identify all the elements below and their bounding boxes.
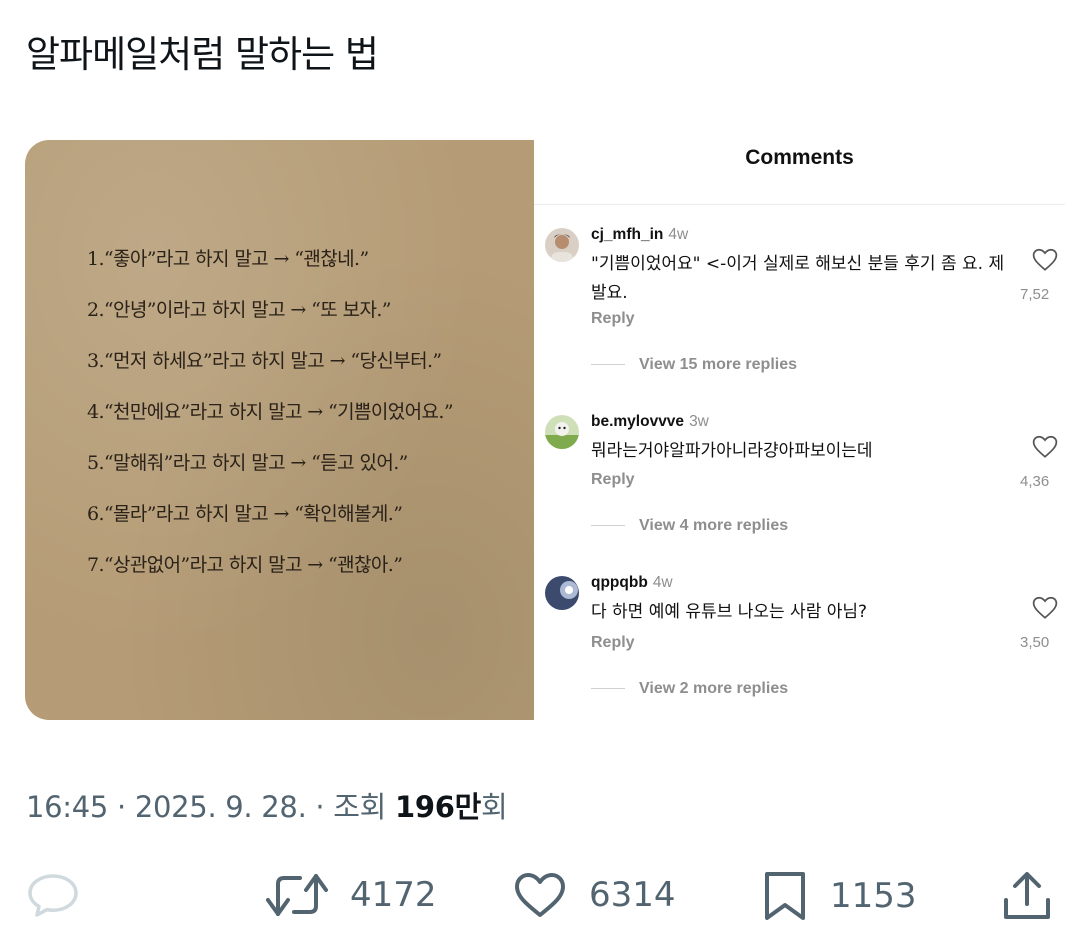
bookmark-icon xyxy=(765,872,805,920)
like-button[interactable]: 6314 xyxy=(513,870,676,920)
replies-dash xyxy=(591,688,625,690)
book-line: 6.“몰라”라고 하지 말고 → “확인해볼게.” xyxy=(87,503,403,525)
share-upload-icon xyxy=(1004,872,1050,919)
view-more-replies: View 15 more replies xyxy=(591,356,797,374)
comment-reply-link: Reply xyxy=(591,634,635,651)
post-meta: 16:45 · 2025. 9. 28. · 조회 196만회 xyxy=(26,784,508,826)
comment-item: qppqbb 4w 다 하면 예예 유튜브 나오는 사람 아님? Reply Vi… xyxy=(534,574,1065,720)
book-line: 1.“좋아”라고 하지 말고 → “괜찮네.” xyxy=(87,248,369,270)
view-more-replies-label: View 15 more replies xyxy=(639,356,798,373)
book-line: 5.“말해줘”라고 하지 말고 → “듣고 있어.” xyxy=(87,452,408,474)
comment-username: qppqbb xyxy=(591,574,648,591)
bookmark-button[interactable]: 1153 xyxy=(762,870,917,922)
retweet-button[interactable]: 4172 xyxy=(266,870,437,920)
comment-like-count: 4,36 xyxy=(1020,473,1050,490)
bookmark-count: 1153 xyxy=(830,876,917,916)
comment-username: be.mylovvve xyxy=(591,413,685,430)
view-more-replies-label: View 4 more replies xyxy=(639,517,789,534)
comment-time: 4w xyxy=(668,226,689,243)
like-count: 6314 xyxy=(589,875,676,915)
post-title: 알파메일처럼 말하는 법 xyxy=(26,33,379,76)
view-more-replies: View 4 more replies xyxy=(591,517,788,535)
comment-reply-link: Reply xyxy=(591,471,635,488)
meta-separator: · xyxy=(108,790,135,824)
comment-reply-link: Reply xyxy=(591,310,635,327)
comment-like-count: 3,50 xyxy=(1020,634,1050,651)
comments-panel: Comments cj_mfh_in 4w "기쁨이었어요" <-이거 실제로 해… xyxy=(534,140,1065,720)
comment-time: 4w xyxy=(652,574,673,591)
avatar xyxy=(545,228,579,262)
comment-item: cj_mfh_in 4w "기쁨이었어요" <-이거 실제로 해보신 분들 후기 … xyxy=(534,226,1065,388)
comments-title: Comments xyxy=(745,146,854,169)
avatar xyxy=(545,576,579,610)
share-button[interactable] xyxy=(1000,870,1054,922)
book-page-photo: 1.“좋아”라고 하지 말고 → “괜찮네.” 2.“안녕”이라고 하지 말고 … xyxy=(25,140,534,720)
comment-text: "기쁨이었어요" <-이거 실제로 해보신 분들 후기 좀 요. 제발요. xyxy=(591,254,1005,303)
comment-header: cj_mfh_in 4w xyxy=(591,226,688,244)
views-label: 조회 xyxy=(333,790,395,824)
comment-text: 다 하면 예예 유튜브 나오는 사람 아님? xyxy=(591,602,868,622)
comment-header: qppqbb 4w xyxy=(591,574,673,592)
post-date: 2025. 9. 28. xyxy=(134,790,307,824)
reply-button[interactable] xyxy=(26,870,80,920)
retweet-icon xyxy=(266,874,328,916)
comment-header: be.mylovvve 3w xyxy=(591,413,709,431)
heart-icon xyxy=(515,873,565,917)
comment-bubble-icon xyxy=(28,874,78,917)
book-line: 7.“상관없어”라고 하지 말고 → “괜찮아.” xyxy=(87,554,403,576)
book-text: 1.“좋아”라고 하지 말고 → “괜찮네.” 2.“안녕”이라고 하지 말고 … xyxy=(87,244,454,601)
comment-text: 뭐라는거야알파가아니라걍아파보이는데 xyxy=(591,441,873,461)
replies-dash xyxy=(591,525,625,527)
book-line: 2.“안녕”이라고 하지 말고 → “또 보자.” xyxy=(87,299,392,321)
comment-username: cj_mfh_in xyxy=(591,226,664,243)
comment-like-count: 7,52 xyxy=(1020,286,1050,303)
book-line: 3.“먼저 하세요”라고 하지 말고 → “당신부터.” xyxy=(87,350,442,372)
post-time: 16:45 xyxy=(26,790,109,824)
meta-separator: · xyxy=(306,790,334,824)
views-count: 196만 xyxy=(394,790,481,824)
view-more-replies: View 2 more replies xyxy=(591,680,788,698)
views-suffix: 회 xyxy=(480,790,508,824)
avatar xyxy=(545,415,579,449)
comments-divider xyxy=(534,204,1065,205)
book-line: 4.“천만에요”라고 하지 말고 → “기쁨이었어요.” xyxy=(87,401,454,423)
view-more-replies-label: View 2 more replies xyxy=(639,680,789,697)
heart-icon xyxy=(1032,248,1058,271)
retweet-count: 4172 xyxy=(350,875,437,915)
heart-icon xyxy=(1032,435,1058,458)
replies-dash xyxy=(591,364,625,366)
post-image[interactable]: 1.“좋아”라고 하지 말고 → “괜찮네.” 2.“안녕”이라고 하지 말고 … xyxy=(25,140,1065,720)
comment-time: 3w xyxy=(689,413,709,430)
heart-icon xyxy=(1032,596,1058,619)
comment-item: be.mylovvve 3w 뭐라는거야알파가아니라걍아파보이는데 Reply V… xyxy=(534,413,1065,575)
post-detail: 알파메일처럼 말하는 법 1.“좋아”라고 하지 말고 → “괜찮네.” 2.“… xyxy=(0,0,1080,931)
action-bar: 4172 6314 1153 xyxy=(0,862,1080,931)
